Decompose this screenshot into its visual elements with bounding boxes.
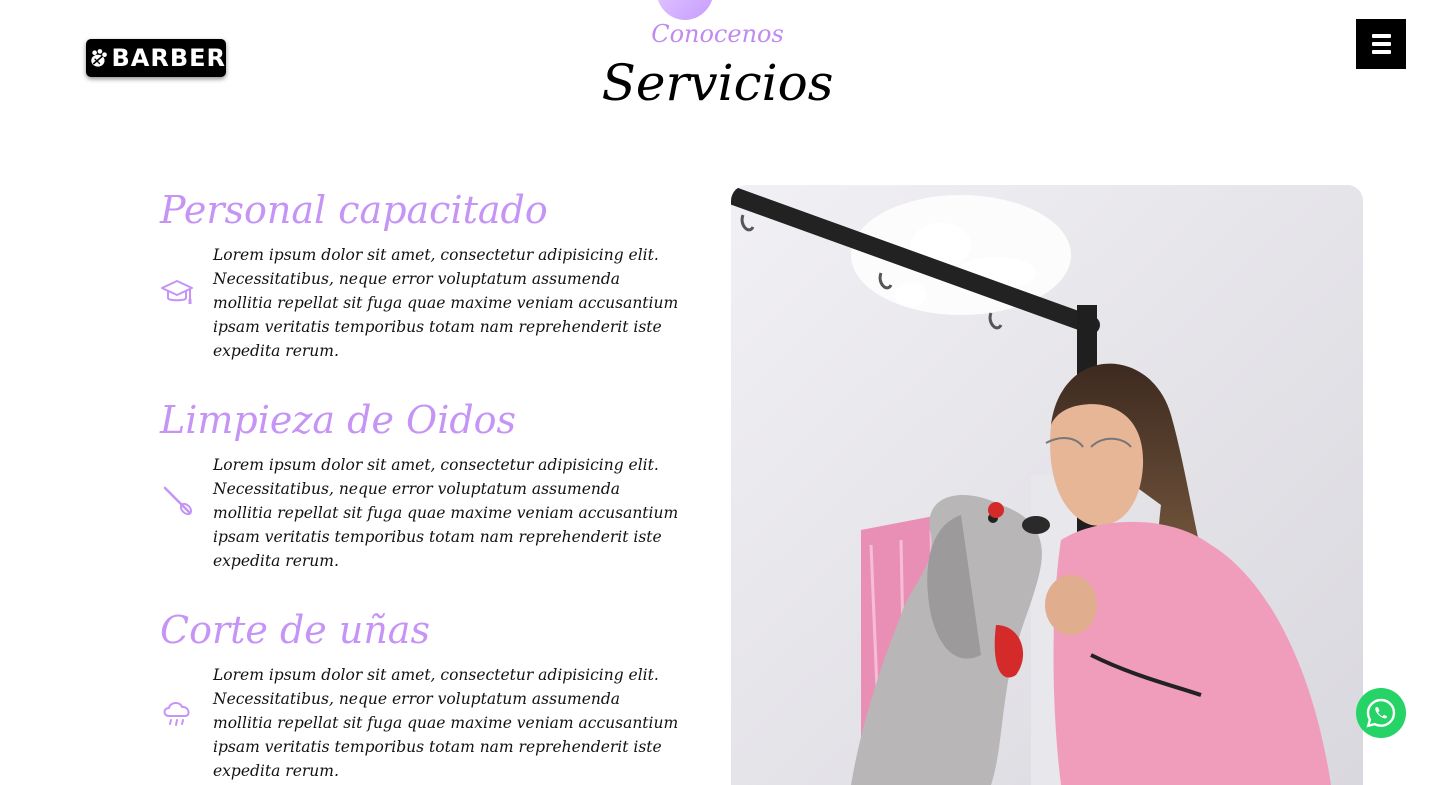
service-description: Lorem ipsum dolor sit amet, consectetur … bbox=[213, 666, 679, 780]
service-item: Corte de uñas Lorem ipsum dolor sit amet… bbox=[160, 608, 690, 780]
ear-swab-icon bbox=[163, 486, 193, 516]
bars-icon-middle bbox=[1371, 42, 1391, 46]
decorative-blob bbox=[656, 0, 714, 20]
service-title: Limpieza de Oidos bbox=[160, 398, 517, 442]
service-item: Personal capacitado Lorem ipsum dolor si… bbox=[160, 188, 690, 360]
whatsapp-button[interactable] bbox=[1356, 688, 1406, 738]
whatsapp-icon bbox=[1366, 698, 1396, 728]
service-description: Lorem ipsum dolor sit amet, consectetur … bbox=[213, 456, 679, 570]
service-title: Personal capacitado bbox=[160, 188, 548, 232]
service-item: Limpieza de Oidos Lorem ipsum dolor sit … bbox=[160, 398, 690, 570]
graduation-cap-icon bbox=[161, 280, 193, 304]
section-subtitle: Conocenos bbox=[651, 20, 784, 48]
service-description: Lorem ipsum dolor sit amet, consectetur … bbox=[213, 246, 679, 360]
bars-icon-bottom bbox=[1371, 50, 1391, 54]
menu-button[interactable] bbox=[1356, 19, 1406, 69]
groomer-photo bbox=[731, 185, 1363, 785]
cloud-rain-icon bbox=[163, 702, 190, 726]
bars-icon bbox=[1371, 34, 1391, 38]
section-title: Servicios bbox=[601, 54, 834, 112]
service-title: Corte de uñas bbox=[160, 608, 430, 652]
